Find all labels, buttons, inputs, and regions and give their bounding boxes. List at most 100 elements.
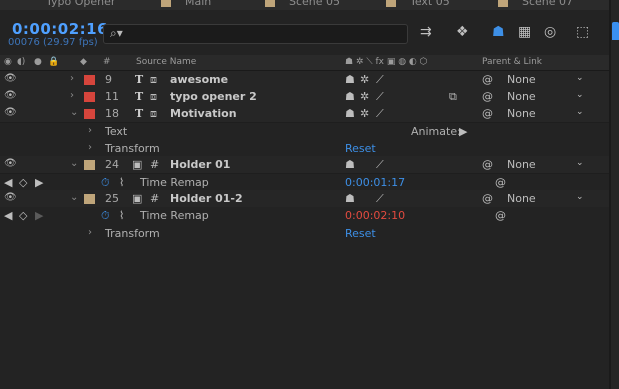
expression-pickwhip-icon[interactable]: @ — [495, 176, 506, 189]
chevron-down-icon[interactable]: ⌄ — [70, 192, 78, 203]
parent-link-header[interactable]: Parent & Link — [482, 57, 542, 67]
layer-name[interactable]: Holder 01-2 — [170, 192, 243, 205]
quality-switch-icon[interactable]: ⟋ — [376, 107, 384, 121]
chevron-down-icon[interactable]: ⌄ — [576, 107, 584, 117]
parent-dropdown[interactable]: None — [507, 192, 536, 205]
shy-switch-icon[interactable]: ☗ — [345, 73, 355, 86]
quality-switch-icon[interactable]: ⟋ — [376, 73, 384, 87]
eye-icon[interactable]: 👁 — [4, 158, 17, 169]
time-remap-value[interactable]: 0:00:01:17 — [345, 176, 405, 189]
property-group-row[interactable]: › Transform Reset — [0, 225, 609, 242]
frame-blending-icon[interactable]: ▦ — [518, 24, 531, 40]
pickwhip-icon[interactable]: @ — [482, 192, 493, 205]
chevron-right-icon[interactable]: › — [88, 227, 92, 238]
collapse-transform-icon[interactable]: # — [150, 192, 159, 205]
chevron-right-icon[interactable]: › — [70, 90, 74, 101]
layer-name[interactable]: typo opener 2 — [170, 90, 257, 103]
chevron-right-icon[interactable]: › — [70, 73, 74, 84]
property-group-row[interactable]: › Transform Reset — [0, 140, 609, 157]
tab-typo-opener[interactable]: Typo Opener — [30, 0, 115, 8]
eye-column-icon[interactable]: ◉ — [4, 57, 12, 67]
quality-switch-icon[interactable]: ⟋ — [376, 90, 384, 104]
reset-link[interactable]: Reset — [345, 227, 376, 240]
comp-mini-flowchart-icon[interactable]: ⇉ — [420, 24, 432, 40]
collapse-transform-icon[interactable]: # — [150, 158, 159, 171]
parent-dropdown[interactable]: None — [507, 158, 536, 171]
graph-editor-icon[interactable]: ⬚ — [576, 24, 589, 40]
tab-main[interactable]: Main — [161, 0, 211, 8]
layer-row[interactable]: 👁 ⌄ 18 T ⧈ Motivation ☗ ✲ ⟋ @ None ⌄ — [0, 105, 609, 123]
eye-icon[interactable]: 👁 — [4, 192, 17, 203]
graph-icon[interactable]: ⌇ — [119, 209, 124, 222]
current-time-indicator-handle[interactable] — [612, 22, 619, 40]
prev-keyframe-icon[interactable]: ◀ — [4, 209, 12, 222]
stopwatch-icon[interactable]: ⏱ — [101, 209, 110, 223]
collapse-icon[interactable]: ⧈ — [150, 107, 157, 121]
animate-menu-icon[interactable]: ▶ — [459, 125, 467, 138]
layer-name[interactable]: Holder 01 — [170, 158, 230, 171]
parent-dropdown[interactable]: None — [507, 90, 536, 103]
layer-search-box[interactable]: ⌕▾ — [103, 24, 408, 44]
switches-header-icons[interactable]: ☗ ✲ ⟍ fx ▣ ◍ ◐ ⬡ — [345, 57, 428, 67]
property-name[interactable]: Transform — [105, 227, 160, 240]
next-keyframe-icon[interactable]: ▶ — [35, 176, 43, 189]
property-name[interactable]: Text — [105, 125, 127, 138]
layer-row[interactable]: 👁 › 9 T ⧈ awesome ☗ ✲ ⟋ @ None ⌄ — [0, 71, 609, 89]
quality-switch-icon[interactable]: ⟋ — [376, 158, 384, 172]
layer-row[interactable]: 👁 › 11 T ⧈ typo opener 2 ☗ ✲ ⟋ ⧉ @ None … — [0, 88, 609, 106]
quality-switch-icon[interactable]: ⟋ — [376, 192, 384, 206]
property-name[interactable]: Transform — [105, 142, 160, 155]
stopwatch-icon[interactable]: ⏱ — [101, 176, 110, 190]
parent-dropdown[interactable]: None — [507, 107, 536, 120]
expression-pickwhip-icon[interactable]: @ — [495, 209, 506, 222]
layer-row[interactable]: 👁 ⌄ 24 ▣ # Holder 01 ☗ ⟋ @ None ⌄ — [0, 156, 609, 174]
parent-dropdown[interactable]: None — [507, 73, 536, 86]
pickwhip-icon[interactable]: @ — [482, 90, 493, 103]
prev-keyframe-icon[interactable]: ◀ — [4, 176, 12, 189]
audio-column-icon[interactable]: ◖) — [17, 57, 25, 67]
lock-column-icon[interactable]: 🔒 — [48, 57, 59, 67]
continuous-rasterize-icon[interactable]: ✲ — [360, 73, 369, 86]
chevron-down-icon[interactable]: ⌄ — [70, 158, 78, 169]
draft-3d-icon[interactable]: ❖ — [456, 24, 469, 40]
graph-icon[interactable]: ⌇ — [119, 176, 124, 189]
current-time-display[interactable]: 0:00:02:16 — [12, 20, 108, 38]
shy-switch-icon[interactable]: ☗ — [345, 107, 355, 120]
add-keyframe-icon[interactable]: ◇ — [19, 176, 27, 189]
collapse-icon[interactable]: ⧈ — [150, 90, 157, 104]
label-color-swatch[interactable] — [84, 75, 95, 85]
shy-layers-icon[interactable]: ☗ — [492, 24, 505, 40]
property-name[interactable]: Time Remap — [140, 209, 209, 222]
chevron-down-icon[interactable]: ⌄ — [576, 192, 584, 202]
continuous-rasterize-icon[interactable]: ✲ — [360, 107, 369, 120]
tab-scene-07[interactable]: Scene 07 — [498, 0, 573, 8]
chevron-right-icon[interactable]: › — [88, 125, 92, 136]
eye-icon[interactable]: 👁 — [4, 73, 17, 84]
label-color-swatch[interactable] — [84, 160, 95, 170]
pickwhip-icon[interactable]: @ — [482, 73, 493, 86]
property-row[interactable]: ◀ ◇ ▶ ⏱ ⌇ Time Remap 0:00:02:10 @ — [0, 207, 609, 224]
label-column-icon[interactable]: ◆ — [80, 57, 87, 67]
property-name[interactable]: Time Remap — [140, 176, 209, 189]
layer-row[interactable]: 👁 ⌄ 25 ▣ # Holder 01-2 ☗ ⟋ @ None ⌄ — [0, 190, 609, 208]
collapse-icon[interactable]: ⧈ — [150, 73, 157, 87]
layer-name[interactable]: awesome — [170, 73, 228, 86]
motion-blur-icon[interactable]: ◎ — [544, 24, 556, 40]
eye-icon[interactable]: 👁 — [4, 90, 17, 101]
3d-layer-icon[interactable]: ⧉ — [449, 90, 457, 104]
chevron-right-icon[interactable]: › — [88, 142, 92, 153]
tab-text-05[interactable]: Text 05 — [386, 0, 450, 8]
chevron-down-icon[interactable]: ⌄ — [576, 158, 584, 168]
reset-link[interactable]: Reset — [345, 142, 376, 155]
time-remap-value[interactable]: 0:00:02:10 — [345, 209, 405, 222]
pickwhip-icon[interactable]: @ — [482, 158, 493, 171]
chevron-down-icon[interactable]: ⌄ — [70, 107, 78, 118]
source-name-header[interactable]: Source Name — [136, 57, 196, 67]
eye-icon[interactable]: 👁 — [4, 107, 17, 118]
tab-scene-05[interactable]: Scene 05 — [265, 0, 340, 8]
pickwhip-icon[interactable]: @ — [482, 107, 493, 120]
property-row[interactable]: ◀ ◇ ▶ ⏱ ⌇ Time Remap 0:00:01:17 @ — [0, 174, 609, 191]
solo-column-icon[interactable]: ● — [34, 57, 42, 67]
shy-switch-icon[interactable]: ☗ — [345, 192, 355, 205]
chevron-down-icon[interactable]: ⌄ — [576, 90, 584, 100]
